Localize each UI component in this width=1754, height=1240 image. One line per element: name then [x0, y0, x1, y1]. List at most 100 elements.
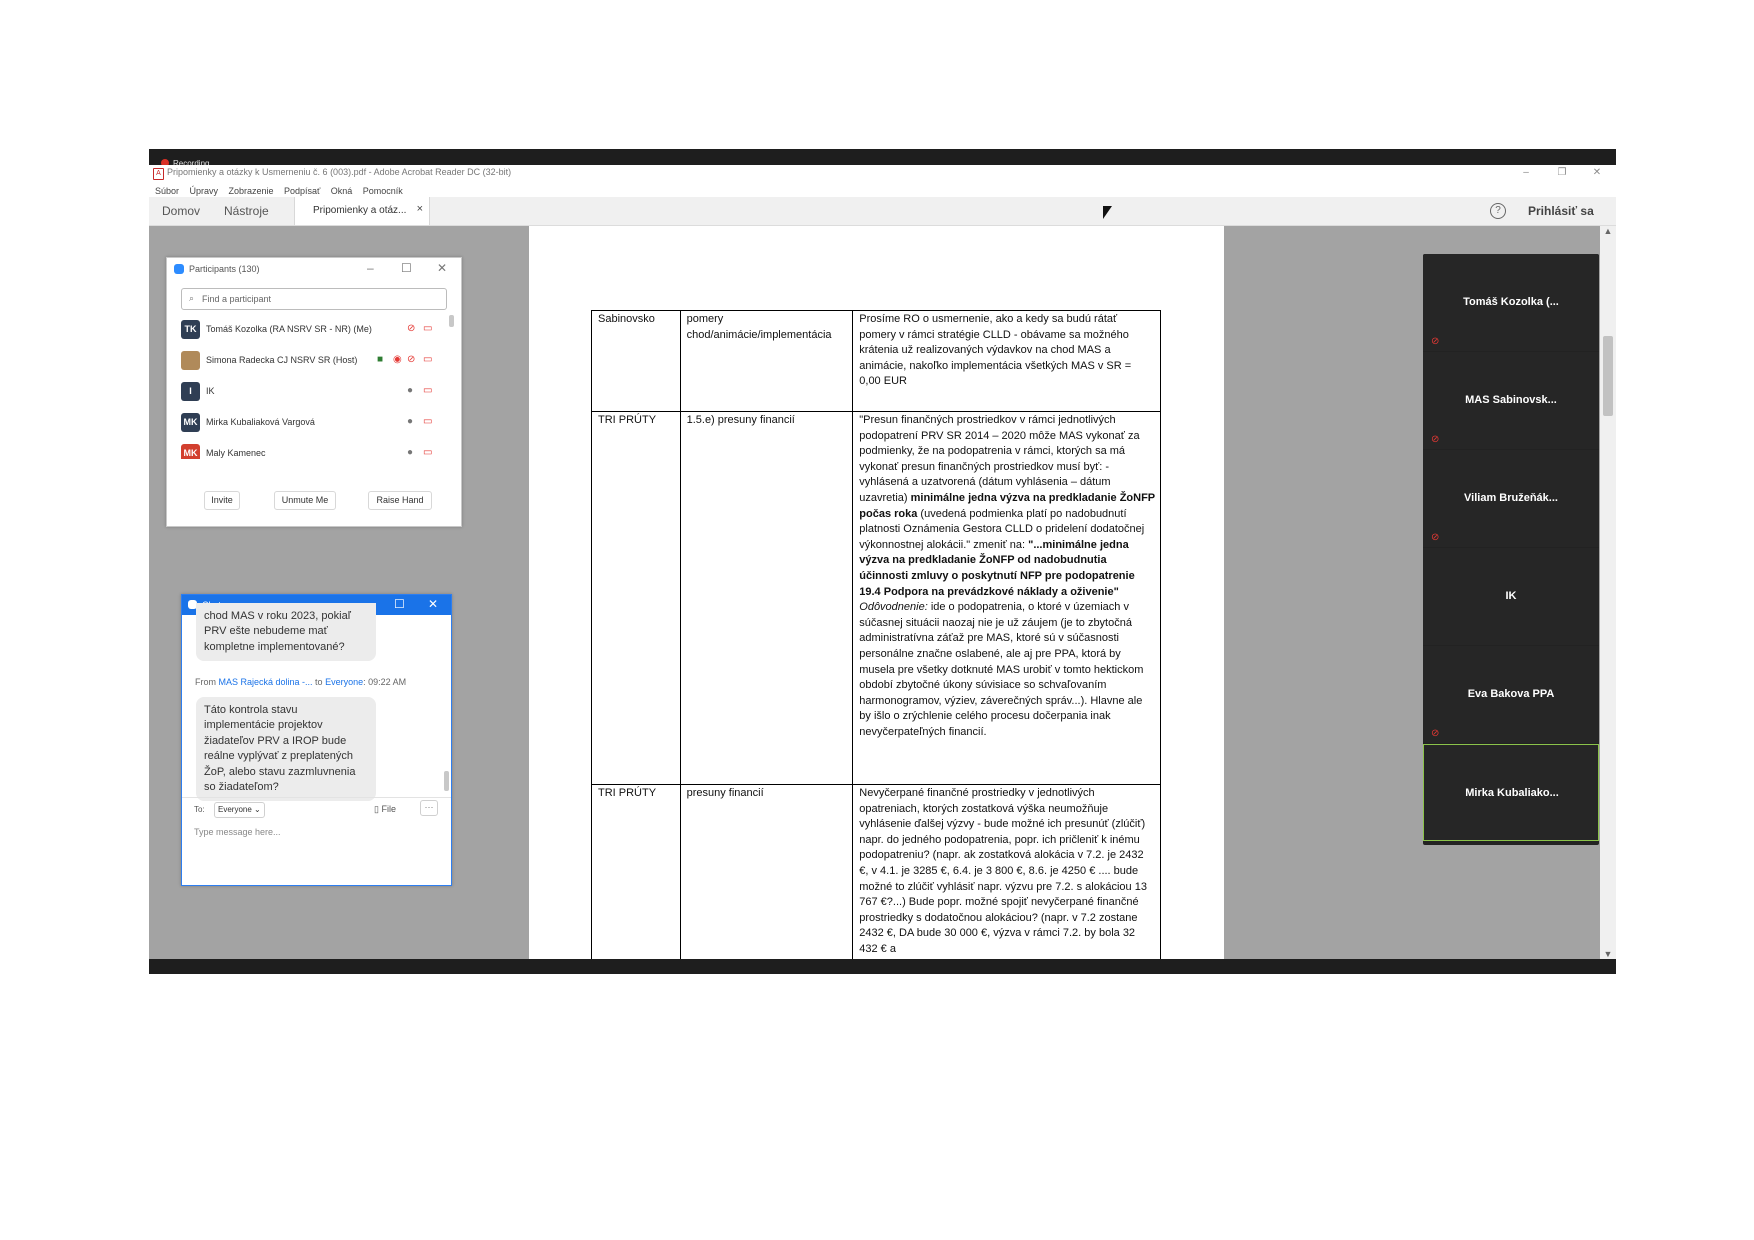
scroll-up-icon[interactable]: ▲ — [1600, 226, 1616, 236]
video-off-icon[interactable]: ▭ — [423, 447, 432, 458]
meta-from: From — [195, 677, 219, 687]
search-placeholder: Find a participant — [202, 294, 272, 304]
video-tile-name: Tomáš Kozolka (... — [1463, 296, 1559, 308]
window-titlebar: A Pripomienky a otázky k Usmerneniu č. 6… — [149, 165, 1616, 181]
video-tile[interactable]: Viliam Bružeňák... ⊘ — [1423, 450, 1599, 547]
document-scrollbar[interactable]: ▲ ▼ — [1600, 226, 1616, 959]
invite-button[interactable]: Invite — [204, 491, 240, 510]
table-row: Sabinovsko pomery chod/animácie/implemen… — [591, 310, 1161, 412]
rich-text-segment: Odôvodnenie: — [859, 601, 928, 614]
meta-sender[interactable]: MAS Rajecká dolina -... — [219, 677, 313, 687]
participant-row[interactable]: I IK ● ▭ — [181, 376, 445, 407]
mic-icon[interactable]: ● — [407, 416, 413, 427]
bottom-bar — [149, 959, 1616, 974]
video-off-icon[interactable]: ▭ — [423, 385, 432, 396]
avatar: TK — [181, 320, 200, 339]
maximize-icon[interactable]: ☐ — [394, 597, 405, 611]
scroll-down-icon[interactable]: ▼ — [1600, 949, 1616, 959]
minimize-icon[interactable]: – — [367, 261, 374, 275]
participants-header: Participants (130) – ☐ ✕ — [167, 258, 461, 280]
recipient-select[interactable]: Everyone ⌄ — [214, 802, 265, 818]
maximize-button[interactable]: ❐ — [1544, 165, 1580, 181]
participant-search-input[interactable]: ⌕ Find a participant — [181, 288, 447, 310]
mic-icon[interactable]: ● — [407, 447, 413, 458]
participant-row[interactable]: TK Tomáš Kozolka (RA NSRV SR - NR) (Me) ⊘ ▭ — [181, 314, 445, 345]
more-options-button[interactable]: ··· — [420, 800, 438, 816]
chat-window[interactable]: Chat – ☐ ✕ chod MAS v roku 2023, pokiaľ … — [181, 594, 452, 886]
scroll-thumb[interactable] — [1603, 336, 1613, 416]
file-icon: ▯ — [374, 804, 379, 814]
signin-link[interactable]: Prihlásiť sa — [1528, 204, 1594, 218]
video-off-icon[interactable]: ▭ — [423, 416, 432, 427]
avatar: MK — [181, 413, 200, 432]
rich-text-segment: ide o podopatrenia, o ktoré v územiach v… — [859, 601, 1144, 738]
meta-time: : 09:22 AM — [363, 677, 407, 687]
pdf-page: Sabinovsko pomery chod/animácie/implemen… — [529, 226, 1224, 959]
raise-hand-button[interactable]: Raise Hand — [368, 491, 432, 510]
table-cell: "Presun finančných prostriedkov v rámci … — [852, 411, 1161, 785]
chat-message-meta: From MAS Rajecká dolina -... to Everyone… — [195, 677, 406, 687]
participants-scrollbar[interactable] — [449, 315, 454, 327]
participant-row[interactable]: MK Mirka Kubaliaková Vargová ● ▭ — [181, 407, 445, 438]
table-cell: Prosíme RO o usmernenie, ako a kedy sa b… — [852, 310, 1161, 412]
participant-row[interactable]: Simona Radecka CJ NSRV SR (Host) ■ ◉ ⊘ ▭ — [181, 345, 445, 376]
close-tab-icon[interactable]: × — [417, 203, 423, 215]
video-tile[interactable]: MAS Sabinovsk... ⊘ — [1423, 352, 1599, 449]
mic-muted-icon: ⊘ — [1431, 532, 1440, 543]
avatar: I — [181, 382, 200, 401]
mic-muted-icon: ⊘ — [1431, 728, 1440, 739]
close-icon[interactable]: ✕ — [437, 261, 447, 275]
video-gallery-panel[interactable]: Tomáš Kozolka (... ⊘ MAS Sabinovsk... ⊘ Vili… — [1423, 254, 1599, 845]
mic-muted-icon[interactable]: ⊘ — [407, 323, 415, 334]
participant-list[interactable]: TK Tomáš Kozolka (RA NSRV SR - NR) (Me) ⊘ ▭… — [181, 314, 445, 459]
video-tile[interactable]: Tomáš Kozolka (... ⊘ — [1423, 254, 1599, 351]
mic-icon[interactable]: ● — [407, 385, 413, 396]
video-tile-name: MAS Sabinovsk... — [1465, 394, 1557, 406]
rich-text-segment: "Presun finančných prostriedkov v rámci … — [859, 414, 1140, 504]
unmute-me-button[interactable]: Unmute Me — [274, 491, 336, 510]
mic-muted-icon: ⊘ — [1431, 434, 1440, 445]
participant-name: IK — [206, 386, 215, 396]
close-window-button[interactable]: ✕ — [1579, 165, 1615, 181]
close-icon[interactable]: ✕ — [428, 597, 438, 611]
chat-message-input[interactable]: Type message here... — [194, 827, 281, 837]
rich-text: "Presun finančných prostriedkov v rámci … — [859, 414, 1155, 738]
window-title: Pripomienky a otázky k Usmerneniu č. 6 (… — [167, 167, 512, 177]
table-cell: TRI PRÚTY — [591, 411, 681, 785]
video-tile[interactable]: IK — [1423, 548, 1599, 645]
comments-table: Sabinovsko pomery chod/animácie/implemen… — [591, 310, 1161, 959]
tab-home[interactable]: Domov — [162, 204, 200, 218]
table-row: TRI PRÚTY presuny financií Nevyčerpané f… — [591, 784, 1161, 959]
meta-to: to — [312, 677, 326, 687]
video-off-icon[interactable]: ▭ — [423, 354, 432, 365]
zoom-logo-icon — [174, 264, 184, 274]
video-tile-name: Viliam Bružeňák... — [1464, 492, 1558, 504]
recording-indicator-icon: ◉ — [393, 354, 402, 365]
video-tile[interactable]: Eva Bakova PPA ⊘ — [1423, 646, 1599, 743]
mic-muted-icon: ⊘ — [1431, 336, 1440, 347]
table-row: TRI PRÚTY 1.5.e) presuny financií "Presu… — [591, 411, 1161, 785]
participants-window[interactable]: Participants (130) – ☐ ✕ ⌕ Find a partic… — [166, 257, 462, 527]
video-tile[interactable]: Mirka Kubaliako... — [1423, 744, 1599, 841]
maximize-icon[interactable]: ☐ — [401, 261, 412, 275]
table-cell: TRI PRÚTY — [591, 784, 681, 959]
menu-bar: Súbor Úpravy Zobrazenie Podpísať Okná Po… — [149, 181, 1616, 197]
table-cell: Nevyčerpané finančné prostriedky v jedno… — [852, 784, 1161, 959]
chat-message-bubble: chod MAS v roku 2023, pokiaľ PRV ešte ne… — [196, 603, 376, 662]
tab-document[interactable]: Pripomienky a otáz... × — [294, 197, 430, 225]
mic-muted-icon[interactable]: ⊘ — [407, 354, 415, 365]
file-label: File — [381, 804, 396, 814]
avatar: MK — [181, 444, 200, 459]
host-video-icon: ■ — [377, 354, 384, 365]
participant-row[interactable]: MK Maly Kamenec ● ▭ — [181, 438, 445, 459]
participant-name: Tomáš Kozolka (RA NSRV SR - NR) (Me) — [206, 324, 372, 334]
meta-recipient: Everyone — [325, 677, 364, 687]
minimize-button[interactable]: – — [1508, 165, 1544, 181]
help-icon[interactable]: ? — [1490, 203, 1506, 219]
chat-scrollbar[interactable] — [444, 771, 449, 791]
file-button[interactable]: ▯ File — [374, 804, 396, 815]
pdf-app-icon: A — [153, 168, 164, 180]
video-off-icon[interactable]: ▭ — [423, 323, 432, 334]
tab-tools[interactable]: Nástroje — [224, 204, 269, 218]
recording-bar: Recording... — [149, 149, 1616, 168]
